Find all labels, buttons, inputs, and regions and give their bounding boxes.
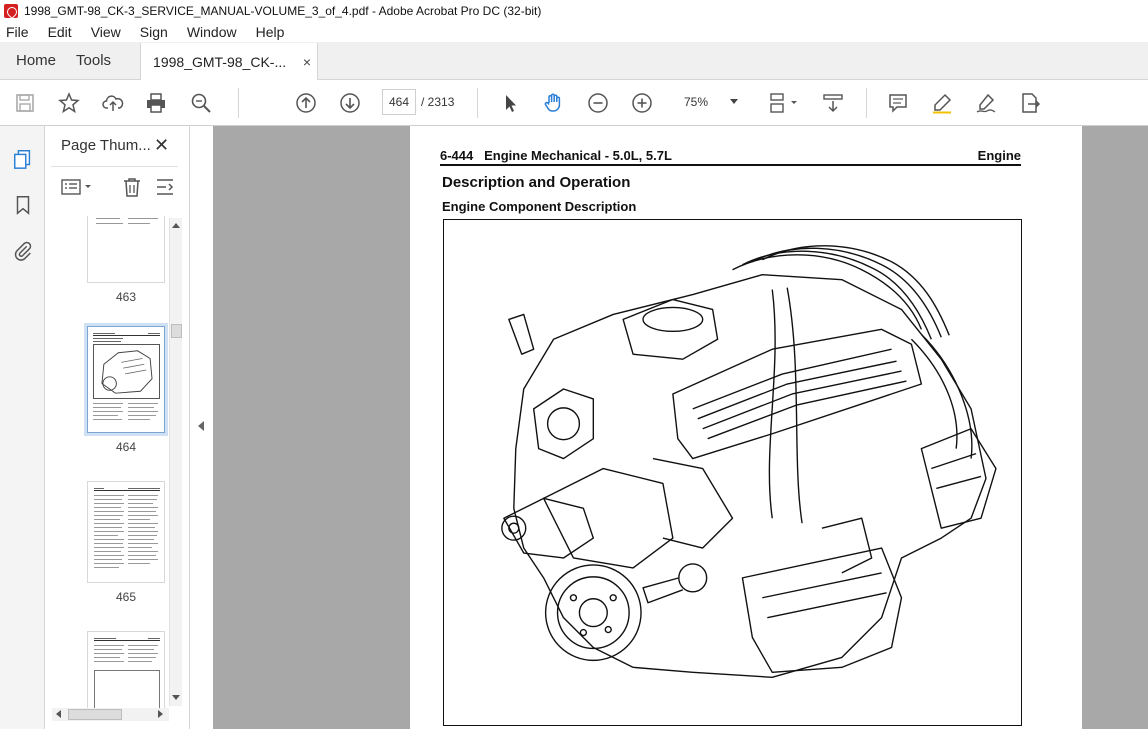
- bookmarks-icon[interactable]: [10, 192, 36, 218]
- page-thumbnails-icon[interactable]: [10, 146, 36, 172]
- page-down-icon[interactable]: [337, 90, 363, 116]
- thumbnail-page-number: 463: [115, 290, 137, 304]
- panel-divider: [51, 166, 178, 167]
- scroll-mode-icon[interactable]: [820, 90, 846, 116]
- menu-file[interactable]: File: [4, 24, 31, 40]
- zoom-dropdown[interactable]: 75%: [672, 89, 746, 115]
- section-heading: Description and Operation: [442, 174, 631, 191]
- print-icon[interactable]: [143, 90, 169, 116]
- tab-document-label: 1998_GMT-98_CK-...: [153, 53, 287, 70]
- tab-home[interactable]: Home: [0, 42, 72, 79]
- select-cursor-icon[interactable]: [497, 90, 523, 116]
- thumbnail-page-464[interactable]: [87, 326, 165, 433]
- attachments-icon[interactable]: [10, 238, 36, 264]
- hand-icon[interactable]: [540, 90, 566, 116]
- page-header: 6-444 Engine Mechanical - 5.0L, 5.7L Eng…: [440, 148, 1021, 163]
- header-rule: [440, 164, 1021, 166]
- menu-window[interactable]: Window: [185, 24, 239, 40]
- engine-drawing: [501, 245, 997, 678]
- left-navigation-rail: [0, 126, 45, 729]
- acrobat-logo-icon: [4, 4, 18, 18]
- thumbnail-list[interactable]: 463 464 465: [45, 216, 170, 708]
- toolbar-separator: [866, 88, 867, 118]
- scroll-left-arrow-icon[interactable]: [56, 710, 61, 718]
- zoom-search-icon[interactable]: [188, 90, 214, 116]
- panel-title: Page Thum...: [61, 137, 151, 154]
- scroll-down-arrow-icon[interactable]: [172, 695, 180, 700]
- export-icon[interactable]: [1017, 90, 1043, 116]
- collapse-panel-icon[interactable]: [198, 421, 204, 431]
- panel-collapse-strip[interactable]: [190, 126, 213, 729]
- tab-bar: Home Tools 1998_GMT-98_CK-... ×: [0, 42, 1148, 80]
- title-bar: 1998_GMT-98_CK-3_SERVICE_MANUAL-VOLUME_3…: [0, 0, 1148, 22]
- thumbnail-vertical-scrollbar[interactable]: [169, 218, 182, 706]
- chevron-down-icon: [730, 99, 738, 104]
- page-header-left: 6-444 Engine Mechanical - 5.0L, 5.7L: [440, 148, 672, 163]
- close-icon[interactable]: ✕: [154, 135, 169, 156]
- menu-help[interactable]: Help: [254, 24, 287, 40]
- bookmark-star-icon[interactable]: [56, 90, 82, 116]
- scrollbar-thumb[interactable]: [171, 324, 182, 338]
- toolbar-separator: [238, 88, 239, 118]
- scroll-up-arrow-icon[interactable]: [172, 223, 180, 228]
- menu-sign[interactable]: Sign: [138, 24, 170, 40]
- toolbar: [0, 80, 1148, 126]
- zoom-in-icon[interactable]: [629, 90, 655, 116]
- tab-close-icon[interactable]: ×: [303, 54, 311, 70]
- page-number-input[interactable]: 464: [382, 89, 416, 115]
- thumbnail-page-466[interactable]: [87, 631, 165, 708]
- zoom-out-icon[interactable]: [585, 90, 611, 116]
- thumbnail-page-465[interactable]: [87, 481, 165, 583]
- toolbar-separator: [477, 88, 478, 118]
- menu-bar: File Edit View Sign Window Help: [0, 22, 1148, 42]
- scroll-right-arrow-icon[interactable]: [158, 710, 163, 718]
- save-icon[interactable]: [12, 90, 38, 116]
- fit-page-icon[interactable]: [766, 90, 800, 116]
- menu-view[interactable]: View: [89, 24, 123, 40]
- page-header-right: Engine: [977, 148, 1021, 163]
- document-view[interactable]: 6-444 Engine Mechanical - 5.0L, 5.7L Eng…: [213, 126, 1148, 729]
- upload-icon[interactable]: [100, 90, 126, 116]
- delete-page-icon[interactable]: [119, 174, 145, 200]
- panel-toolbar: [45, 174, 190, 204]
- thumbnail-page-number: 465: [115, 590, 137, 604]
- pdf-page: 6-444 Engine Mechanical - 5.0L, 5.7L Eng…: [410, 126, 1082, 729]
- highlight-pen-icon[interactable]: [929, 90, 955, 116]
- scrollbar-thumb[interactable]: [68, 709, 122, 720]
- page-thumbnails-panel: Page Thum... ✕ 463 464 465: [45, 126, 190, 729]
- tab-document[interactable]: 1998_GMT-98_CK-... ×: [140, 43, 319, 80]
- page-total: / 2313: [421, 95, 455, 109]
- comment-icon[interactable]: [885, 90, 911, 116]
- thumbnail-options-icon[interactable]: [59, 174, 95, 200]
- tab-tools[interactable]: Tools: [72, 42, 127, 79]
- extract-page-icon[interactable]: [152, 174, 178, 200]
- page-up-icon[interactable]: [293, 90, 319, 116]
- section-subheading: Engine Component Description: [442, 199, 637, 214]
- window-title: 1998_GMT-98_CK-3_SERVICE_MANUAL-VOLUME_3…: [24, 4, 542, 18]
- engine-illustration: [443, 219, 1022, 726]
- sign-icon[interactable]: [973, 90, 999, 116]
- menu-edit[interactable]: Edit: [46, 24, 74, 40]
- zoom-value: 75%: [684, 95, 709, 109]
- thumbnail-page-463[interactable]: [87, 216, 165, 283]
- thumbnail-horizontal-scrollbar[interactable]: [52, 708, 169, 721]
- thumbnail-page-number: 464: [115, 440, 137, 454]
